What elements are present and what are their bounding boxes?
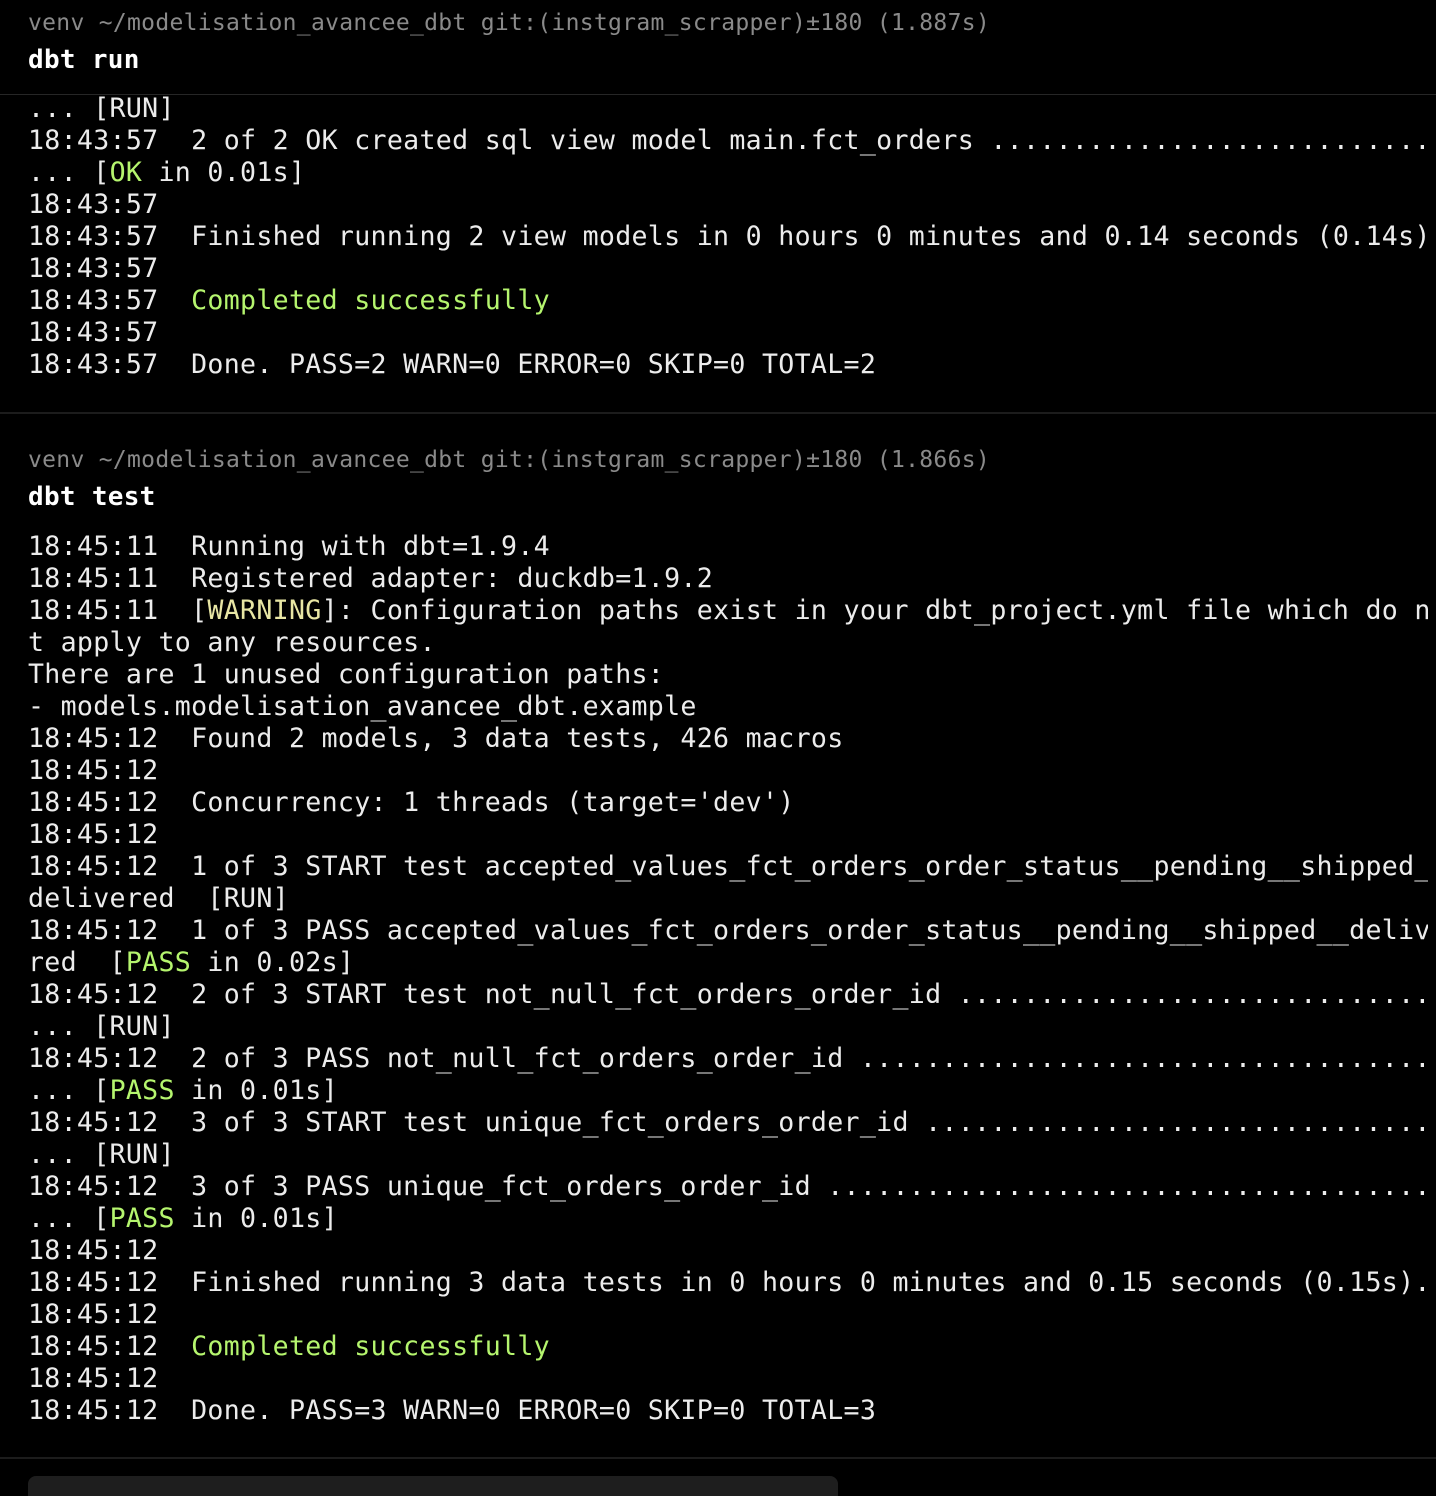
output-line: 18:45:12 Found 2 models, 3 data tests, 4… xyxy=(28,723,844,754)
output-line: ... [RUN] xyxy=(28,1011,175,1042)
prompt-line: venv ~/modelisation_avancee_dbt git:(ins… xyxy=(28,447,991,473)
output-line: 18:45:12 2 of 3 START test not_null_fct_… xyxy=(28,979,1428,1010)
output-line: 18:45:12 Done. PASS=3 WARN=0 ERROR=0 SKI… xyxy=(28,1395,877,1426)
output-line: There are 1 unused configuration paths: xyxy=(28,659,665,690)
output-text: in 0.01s] xyxy=(174,1075,338,1106)
command-block-dbt-test[interactable]: venv ~/modelisation_avancee_dbt git:(ins… xyxy=(0,437,1436,1459)
output-line: 18:45:12 1 of 3 PASS accepted_values_fct… xyxy=(28,915,1428,946)
status-highlight: PASS xyxy=(125,947,192,978)
output-text: in 0.01s] xyxy=(174,1203,338,1234)
status-highlight: PASS xyxy=(109,1203,175,1234)
command-block-dbt-run[interactable]: venv ~/modelisation_avancee_dbt git:(ins… xyxy=(0,0,1436,414)
output-line: 18:45:12 3 of 3 PASS unique_fct_orders_o… xyxy=(28,1171,1428,1202)
output-text: 18:45:11 [ xyxy=(28,595,208,626)
output-line: ... [OK in 0.01s] xyxy=(28,157,1428,189)
output-text: ]: Configuration paths exist in your dbt… xyxy=(321,595,1428,626)
output-line: 18:45:11 [WARNING]: Configuration paths … xyxy=(28,595,1428,627)
output-line: t apply to any resources. xyxy=(28,627,436,658)
output-text: ... [ xyxy=(28,157,110,188)
command-output: ... [RUN] 18:43:57 2 of 2 OK created sql … xyxy=(28,93,1428,381)
output-line: 18:43:57 xyxy=(28,317,159,348)
output-line: 18:45:12 xyxy=(28,755,159,786)
output-line: red [PASS in 0.02s] xyxy=(28,947,1428,979)
output-text: red [ xyxy=(28,947,126,978)
status-highlight: PASS xyxy=(109,1075,175,1106)
command-text: dbt test xyxy=(28,482,156,512)
output-line: 18:45:12 xyxy=(28,1363,159,1394)
output-line: ... [PASS in 0.01s] xyxy=(28,1075,1428,1107)
output-line: 18:43:57 Completed successfully xyxy=(28,285,1428,317)
output-line: 18:45:12 1 of 3 START test accepted_valu… xyxy=(28,851,1428,882)
output-line: ... [RUN] xyxy=(28,93,175,124)
status-highlight: Completed successfully xyxy=(191,285,550,316)
output-text: ... [ xyxy=(28,1075,110,1106)
status-highlight: OK xyxy=(109,157,143,188)
output-text: ... [ xyxy=(28,1203,110,1234)
output-line: - models.modelisation_avancee_dbt.exampl… xyxy=(28,691,697,722)
output-line: 18:43:57 Done. PASS=2 WARN=0 ERROR=0 SKI… xyxy=(28,349,877,380)
command-text: dbt run xyxy=(28,45,140,75)
output-line: 18:45:12 2 of 3 PASS not_null_fct_orders… xyxy=(28,1043,1428,1074)
output-line: 18:45:12 xyxy=(28,1299,159,1330)
output-line: 18:43:57 xyxy=(28,189,159,220)
output-line: 18:45:12 Concurrency: 1 threads (target=… xyxy=(28,787,795,818)
output-line: 18:45:12 Finished running 3 data tests i… xyxy=(28,1267,1428,1298)
output-line: ... [RUN] xyxy=(28,1139,175,1170)
prompt-line: venv ~/modelisation_avancee_dbt git:(ins… xyxy=(28,10,991,36)
output-line: 18:45:12 Completed successfully xyxy=(28,1331,1428,1363)
output-line: ... [PASS in 0.01s] xyxy=(28,1203,1428,1235)
output-text: in 0.02s] xyxy=(191,947,355,978)
output-line: delivered [RUN] xyxy=(28,883,289,914)
status-highlight: Completed successfully xyxy=(191,1331,550,1362)
output-line: 18:43:57 xyxy=(28,253,159,284)
output-line: 18:45:12 xyxy=(28,1235,159,1266)
output-text: 18:43:57 xyxy=(28,285,192,316)
output-line: 18:45:11 Running with dbt=1.9.4 xyxy=(28,531,550,562)
command-output: 18:45:11 Running with dbt=1.9.4 18:45:11 … xyxy=(28,531,1428,1427)
output-line: 18:45:12 3 of 3 START test unique_fct_or… xyxy=(28,1107,1428,1138)
output-text: in 0.01s] xyxy=(142,157,306,188)
output-line: 18:45:11 Registered adapter: duckdb=1.9.… xyxy=(28,563,714,594)
output-line: 18:43:57 2 of 2 OK created sql view mode… xyxy=(28,125,1428,156)
output-line: 18:43:57 Finished running 2 view models … xyxy=(28,221,1428,252)
output-text: 18:45:12 xyxy=(28,1331,192,1362)
output-line: 18:45:12 xyxy=(28,819,159,850)
command-input[interactable] xyxy=(28,1476,838,1496)
warning-label: WARNING xyxy=(207,595,322,626)
